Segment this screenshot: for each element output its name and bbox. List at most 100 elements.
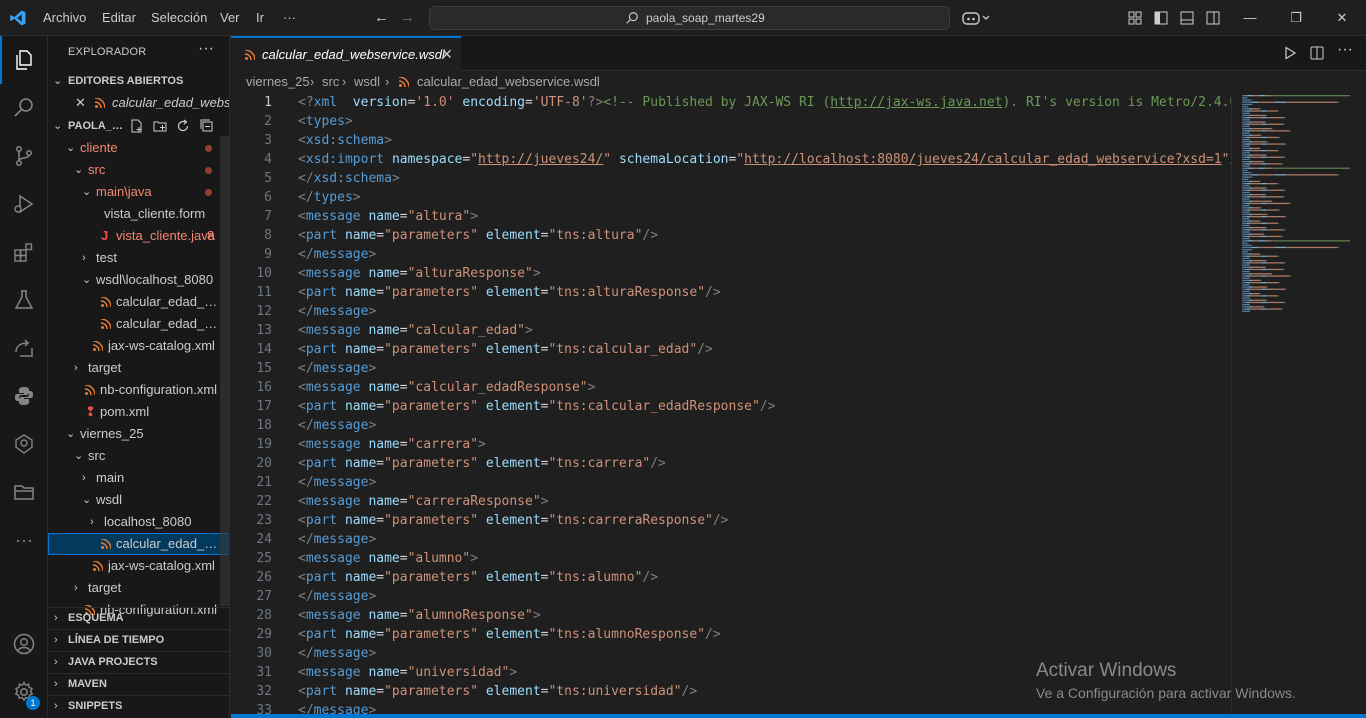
tree-item[interactable]: vista_cliente.form [48, 203, 229, 225]
search-icon[interactable] [0, 84, 48, 132]
tree-item[interactable]: calcular_edad_webservice.wsdl [48, 533, 229, 555]
tree-item[interactable]: ⌄ wsdl\localhost_8080 [48, 269, 229, 291]
chevron-down-icon[interactable]: ⌄ [82, 181, 91, 203]
line-number: 12 [256, 304, 272, 319]
menu-more-button[interactable]: ··· [283, 10, 296, 25]
close-icon[interactable]: ✕ [75, 92, 86, 114]
tree-item-label: src [88, 448, 106, 463]
testing-icon[interactable] [0, 276, 48, 324]
menu-seleccion[interactable]: Selección [151, 10, 207, 25]
chevron-down-icon[interactable]: ⌄ [74, 159, 83, 181]
breadcrumb-separator: › [310, 74, 315, 89]
explorer-icon[interactable] [0, 36, 48, 84]
breadcrumb-item[interactable]: src [322, 71, 339, 93]
docker-icon[interactable] [0, 420, 48, 468]
tree-item[interactable]: calcular_edad_webservice.wsdl [48, 291, 229, 313]
run-debug-icon[interactable] [0, 180, 48, 228]
tree-item[interactable]: ⌄ main\java [48, 181, 229, 203]
code-line: </message> [298, 532, 377, 547]
remote-explorer-icon[interactable] [0, 324, 48, 372]
menu-ir[interactable]: Ir [256, 10, 264, 25]
breadcrumb-item[interactable]: wsdl [354, 71, 380, 93]
restore-button[interactable]: ❐ [1273, 5, 1319, 31]
run-icon[interactable] [1283, 46, 1297, 60]
collapse-all-icon[interactable] [200, 119, 214, 133]
tree-item[interactable]: nb-configuration.xml [48, 379, 229, 401]
tree-item[interactable]: ⌄ wsdl [48, 489, 229, 511]
toggle-primary-sidebar-icon[interactable] [1154, 11, 1168, 25]
chevron-right-icon[interactable]: › [74, 357, 78, 379]
tree-item-label: viernes_25 [80, 426, 144, 441]
tree-item[interactable]: Jvista_cliente.java 8 [48, 225, 229, 247]
breadcrumb-item[interactable]: viernes_25 [246, 71, 310, 93]
new-file-icon[interactable] [130, 119, 144, 133]
tree-item[interactable]: jax-ws-catalog.xml [48, 335, 229, 357]
open-editor-item[interactable]: ✕ calcular_edad_webservice.wsdl [48, 92, 229, 114]
command-center-search[interactable]: paola_soap_martes29 [429, 6, 950, 30]
tree-item[interactable]: calcular_edad_webservice.xsd_1.xsd [48, 313, 229, 335]
chevron-down-icon[interactable]: ⌄ [66, 423, 75, 445]
toggle-panel-icon[interactable] [1180, 11, 1194, 25]
editor-more-button[interactable]: ··· [1337, 41, 1353, 58]
settings-icon[interactable]: 1 [0, 668, 48, 716]
chevron-right-icon[interactable]: › [74, 577, 78, 599]
tree-item[interactable]: › target [48, 577, 229, 599]
maven-icon: ❢ [85, 404, 96, 419]
panel-java-projects[interactable]: › JAVA PROJECTS [48, 651, 229, 673]
tree-item[interactable]: ⌄ src [48, 159, 229, 181]
tree-item[interactable]: › test [48, 247, 229, 269]
minimize-button[interactable]: — [1227, 5, 1273, 31]
tree-item[interactable]: › target [48, 357, 229, 379]
python-icon[interactable] [0, 372, 48, 420]
account-icon[interactable] [0, 620, 48, 668]
close-window-button[interactable]: ✕ [1319, 5, 1365, 31]
tab-calcular-edad-wsdl[interactable]: calcular_edad_webservice.wsdl ✕ [231, 36, 461, 71]
arrow-right-icon[interactable]: → [400, 9, 415, 26]
sidebar-more-button[interactable]: ··· [198, 40, 214, 58]
tree-item[interactable]: › main [48, 467, 229, 489]
chevron-right-icon[interactable]: › [90, 511, 94, 533]
chevron-right-icon[interactable]: › [82, 247, 86, 269]
copilot-icon[interactable] [962, 10, 992, 26]
tree-item[interactable]: ⌄ src [48, 445, 229, 467]
source-control-icon[interactable] [0, 132, 48, 180]
chevron-down-icon[interactable]: ⌄ [66, 137, 75, 159]
chevron-down-icon[interactable]: ⌄ [82, 269, 91, 291]
code-editor[interactable]: 1 <?xml version='1.0' encoding='UTF-8'?><… [231, 93, 1231, 718]
tree-item[interactable]: jax-ws-catalog.xml [48, 555, 229, 577]
refresh-icon[interactable] [176, 119, 190, 133]
new-folder-icon[interactable] [153, 119, 167, 133]
customize-layout-icon[interactable] [1128, 11, 1142, 25]
open-editors-header[interactable]: ⌄ EDITORES ABIERTOS [48, 70, 229, 92]
panel-snippets[interactable]: › SNIPPETS [48, 695, 229, 717]
project-header[interactable]: ⌄ PAOLA_SOAP_MARTES29 [48, 115, 229, 137]
arrow-left-icon[interactable]: ← [374, 9, 389, 26]
menu-editar[interactable]: Editar [102, 10, 136, 25]
panel-esquema[interactable]: › ESQUEMA [48, 607, 229, 629]
breadcrumb-item[interactable]: calcular_edad_webservice.wsdl [417, 71, 600, 93]
chevron-down-icon[interactable]: ⌄ [82, 489, 91, 511]
panel-maven[interactable]: › MAVEN [48, 673, 229, 695]
panel-linea-de-tiempo[interactable]: › LÍNEA DE TIEMPO [48, 629, 229, 651]
chevron-down-icon[interactable]: ⌄ [74, 445, 83, 467]
chevron-right-icon[interactable]: › [82, 467, 86, 489]
toggle-secondary-sidebar-icon[interactable] [1206, 11, 1220, 25]
tree-item[interactable]: › localhost_8080 [48, 511, 229, 533]
minimap[interactable] [1231, 93, 1366, 718]
extensions-icon[interactable] [0, 228, 48, 276]
split-editor-icon[interactable] [1310, 46, 1324, 60]
tree-item[interactable]: ⌄ cliente [48, 137, 229, 159]
menu-ver[interactable]: Ver [220, 10, 240, 25]
code-line: <xsd:import namespace="http://jueves24/"… [298, 152, 1231, 167]
tree-item-label: main\java [96, 184, 152, 199]
tree-item[interactable]: ⌄ viernes_25 [48, 423, 229, 445]
code-line: <message name="calcular_edadResponse"> [298, 380, 596, 395]
folder-icon[interactable] [0, 468, 48, 516]
menu-archivo[interactable]: Archivo [43, 10, 86, 25]
close-icon[interactable]: ✕ [441, 46, 453, 63]
status-bar-edge [231, 714, 1366, 718]
more-icon[interactable]: ··· [0, 516, 48, 564]
sidebar-scrollbar[interactable] [220, 136, 229, 606]
panel-maven-label: MAVEN [68, 678, 107, 690]
tree-item[interactable]: ❢ pom.xml [48, 401, 229, 423]
